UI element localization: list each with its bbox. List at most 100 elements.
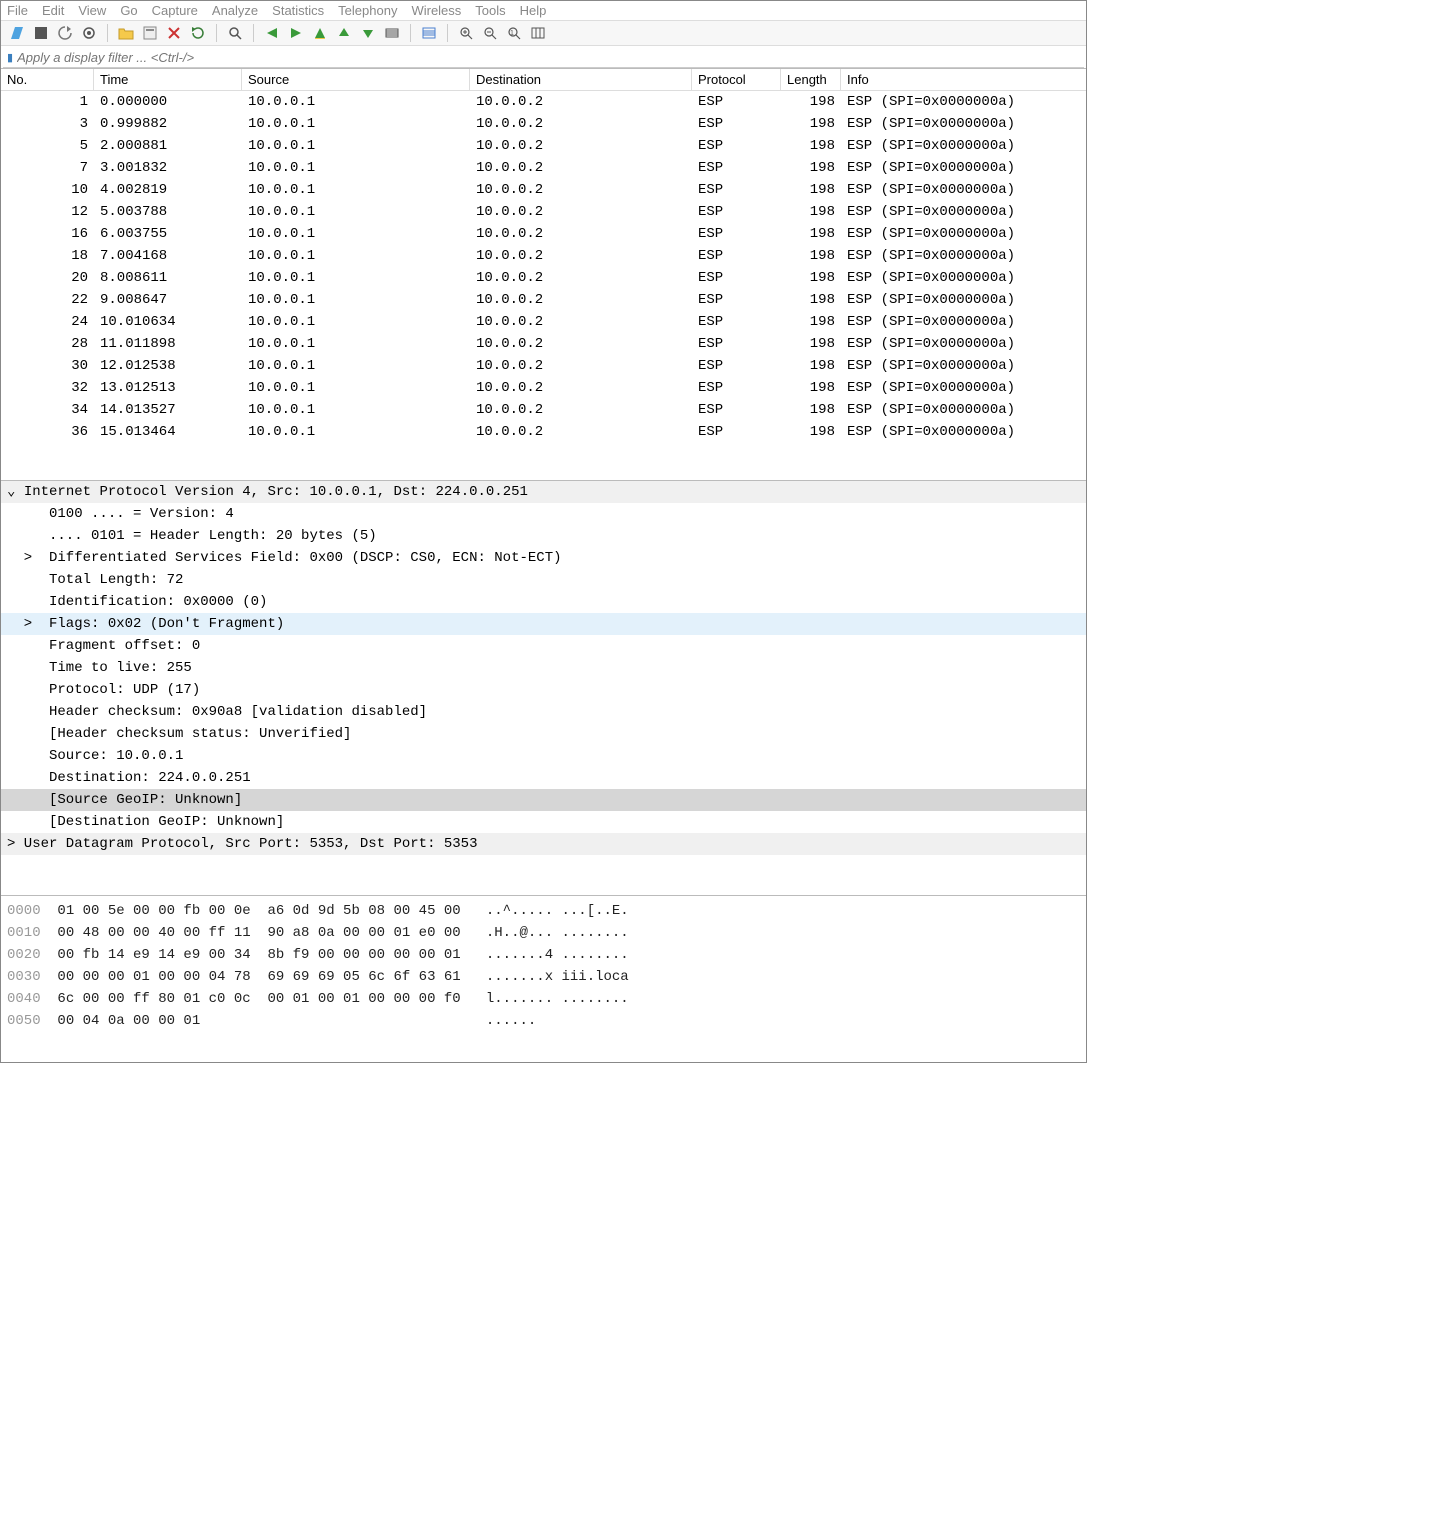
packet-bytes[interactable]: 0000 01 00 5e 00 00 fb 00 0e a6 0d 9d 5b… xyxy=(1,896,1086,1062)
detail-row[interactable]: [Destination GeoIP: Unknown] xyxy=(1,811,1086,833)
jump-icon[interactable] xyxy=(310,23,330,43)
menu-statistics[interactable]: Statistics xyxy=(272,3,324,18)
find-icon[interactable] xyxy=(225,23,245,43)
detail-row[interactable]: Destination: 224.0.0.251 xyxy=(1,767,1086,789)
hex-row[interactable]: 0020 00 fb 14 e9 14 e9 00 34 8b f9 00 00… xyxy=(7,944,1080,966)
cell-proto: ESP xyxy=(692,267,781,289)
columns-icon[interactable] xyxy=(528,23,548,43)
cell-no: 20 xyxy=(1,267,94,289)
detail-row[interactable]: > Flags: 0x02 (Don't Fragment) xyxy=(1,613,1086,635)
menu-wireless[interactable]: Wireless xyxy=(411,3,461,18)
col-proto[interactable]: Protocol xyxy=(692,69,781,90)
save-icon[interactable] xyxy=(140,23,160,43)
menubar[interactable]: File Edit View Go Capture Analyze Statistics Te… xyxy=(1,1,1086,21)
menu-telephony[interactable]: Telephony xyxy=(338,3,397,18)
packet-row[interactable]: 3615.01346410.0.0.110.0.0.2ESP198ESP (SP… xyxy=(1,421,1086,443)
detail-row[interactable]: Protocol: UDP (17) xyxy=(1,679,1086,701)
packet-row[interactable]: 208.00861110.0.0.110.0.0.2ESP198ESP (SPI… xyxy=(1,267,1086,289)
detail-row[interactable]: > User Datagram Protocol, Src Port: 5353… xyxy=(1,833,1086,855)
packet-row[interactable]: 2811.01189810.0.0.110.0.0.2ESP198ESP (SP… xyxy=(1,333,1086,355)
cell-info: ESP (SPI=0x0000000a) xyxy=(841,135,1086,157)
menu-capture[interactable]: Capture xyxy=(152,3,198,18)
display-filter-bar[interactable]: ▮ xyxy=(3,48,1084,68)
reload-icon[interactable] xyxy=(188,23,208,43)
menu-edit[interactable]: Edit xyxy=(42,3,64,18)
menu-analyze[interactable]: Analyze xyxy=(212,3,258,18)
packet-row[interactable]: 3213.01251310.0.0.110.0.0.2ESP198ESP (SP… xyxy=(1,377,1086,399)
col-src[interactable]: Source xyxy=(242,69,470,90)
hex-row[interactable]: 0010 00 48 00 00 40 00 ff 11 90 a8 0a 00… xyxy=(7,922,1080,944)
fin-icon[interactable] xyxy=(7,23,27,43)
col-len[interactable]: Length xyxy=(781,69,841,90)
restart-icon[interactable] xyxy=(55,23,75,43)
packet-list-header[interactable]: No. Time Source Destination Protocol Len… xyxy=(1,68,1086,91)
zoom-out-icon[interactable] xyxy=(480,23,500,43)
packet-details[interactable]: ⌄ Internet Protocol Version 4, Src: 10.0… xyxy=(1,481,1086,896)
menu-view[interactable]: View xyxy=(78,3,106,18)
detail-row[interactable]: Header checksum: 0x90a8 [validation disa… xyxy=(1,701,1086,723)
cell-info: ESP (SPI=0x0000000a) xyxy=(841,201,1086,223)
detail-row[interactable]: Time to live: 255 xyxy=(1,657,1086,679)
cell-info: ESP (SPI=0x0000000a) xyxy=(841,377,1086,399)
cell-info: ESP (SPI=0x0000000a) xyxy=(841,311,1086,333)
cell-len: 198 xyxy=(781,91,841,113)
detail-row[interactable]: Total Length: 72 xyxy=(1,569,1086,591)
packet-list[interactable]: 10.00000010.0.0.110.0.0.2ESP198ESP (SPI=… xyxy=(1,91,1086,481)
detail-row[interactable]: Source: 10.0.0.1 xyxy=(1,745,1086,767)
display-filter-input[interactable] xyxy=(17,48,1084,67)
detail-row[interactable]: Fragment offset: 0 xyxy=(1,635,1086,657)
packet-row[interactable]: 229.00864710.0.0.110.0.0.2ESP198ESP (SPI… xyxy=(1,289,1086,311)
open-icon[interactable] xyxy=(116,23,136,43)
forward-icon[interactable] xyxy=(286,23,306,43)
menu-tools[interactable]: Tools xyxy=(475,3,505,18)
cell-time: 14.013527 xyxy=(94,399,242,421)
detail-row[interactable]: > Differentiated Services Field: 0x00 (D… xyxy=(1,547,1086,569)
down-icon[interactable] xyxy=(358,23,378,43)
packet-row[interactable]: 3414.01352710.0.0.110.0.0.2ESP198ESP (SP… xyxy=(1,399,1086,421)
packet-row[interactable]: 52.00088110.0.0.110.0.0.2ESP198ESP (SPI=… xyxy=(1,135,1086,157)
filter-bookmark-icon[interactable]: ▮ xyxy=(3,51,17,64)
col-time[interactable]: Time xyxy=(94,69,242,90)
packet-row[interactable]: 10.00000010.0.0.110.0.0.2ESP198ESP (SPI=… xyxy=(1,91,1086,113)
cell-info: ESP (SPI=0x0000000a) xyxy=(841,223,1086,245)
cell-info: ESP (SPI=0x0000000a) xyxy=(841,157,1086,179)
stop-icon[interactable] xyxy=(31,23,51,43)
detail-row[interactable]: .... 0101 = Header Length: 20 bytes (5) xyxy=(1,525,1086,547)
zoom-in-icon[interactable] xyxy=(456,23,476,43)
packet-row[interactable]: 3012.01253810.0.0.110.0.0.2ESP198ESP (SP… xyxy=(1,355,1086,377)
detail-row[interactable]: 0100 .... = Version: 4 xyxy=(1,503,1086,525)
packet-row[interactable]: 104.00281910.0.0.110.0.0.2ESP198ESP (SPI… xyxy=(1,179,1086,201)
menu-help[interactable]: Help xyxy=(520,3,547,18)
close-icon[interactable] xyxy=(164,23,184,43)
cell-proto: ESP xyxy=(692,91,781,113)
cell-dst: 10.0.0.2 xyxy=(470,421,692,443)
hex-row[interactable]: 0050 00 04 0a 00 00 01 ...... xyxy=(7,1010,1080,1032)
detail-row[interactable]: [Header checksum status: Unverified] xyxy=(1,723,1086,745)
packet-row[interactable]: 2410.01063410.0.0.110.0.0.2ESP198ESP (SP… xyxy=(1,311,1086,333)
menu-go[interactable]: Go xyxy=(120,3,137,18)
auto-scroll-icon[interactable] xyxy=(419,23,439,43)
packet-row[interactable]: 73.00183210.0.0.110.0.0.2ESP198ESP (SPI=… xyxy=(1,157,1086,179)
goto-icon[interactable] xyxy=(382,23,402,43)
hex-row[interactable]: 0000 01 00 5e 00 00 fb 00 0e a6 0d 9d 5b… xyxy=(7,900,1080,922)
cell-proto: ESP xyxy=(692,333,781,355)
hex-row[interactable]: 0030 00 00 00 01 00 00 04 78 69 69 69 05… xyxy=(7,966,1080,988)
detail-row[interactable]: Identification: 0x0000 (0) xyxy=(1,591,1086,613)
packet-row[interactable]: 30.99988210.0.0.110.0.0.2ESP198ESP (SPI=… xyxy=(1,113,1086,135)
col-no[interactable]: No. xyxy=(1,69,94,90)
cell-time: 5.003788 xyxy=(94,201,242,223)
packet-row[interactable]: 125.00378810.0.0.110.0.0.2ESP198ESP (SPI… xyxy=(1,201,1086,223)
menu-file[interactable]: File xyxy=(7,3,28,18)
detail-row[interactable]: [Source GeoIP: Unknown] xyxy=(1,789,1086,811)
packet-row[interactable]: 187.00416810.0.0.110.0.0.2ESP198ESP (SPI… xyxy=(1,245,1086,267)
zoom-reset-icon[interactable]: 1 xyxy=(504,23,524,43)
col-dst[interactable]: Destination xyxy=(470,69,692,90)
detail-row[interactable]: ⌄ Internet Protocol Version 4, Src: 10.0… xyxy=(1,481,1086,503)
back-icon[interactable] xyxy=(262,23,282,43)
cell-dst: 10.0.0.2 xyxy=(470,245,692,267)
options-icon[interactable] xyxy=(79,23,99,43)
up-icon[interactable] xyxy=(334,23,354,43)
packet-row[interactable]: 166.00375510.0.0.110.0.0.2ESP198ESP (SPI… xyxy=(1,223,1086,245)
hex-row[interactable]: 0040 6c 00 00 ff 80 01 c0 0c 00 01 00 01… xyxy=(7,988,1080,1010)
col-info[interactable]: Info xyxy=(841,69,1086,90)
